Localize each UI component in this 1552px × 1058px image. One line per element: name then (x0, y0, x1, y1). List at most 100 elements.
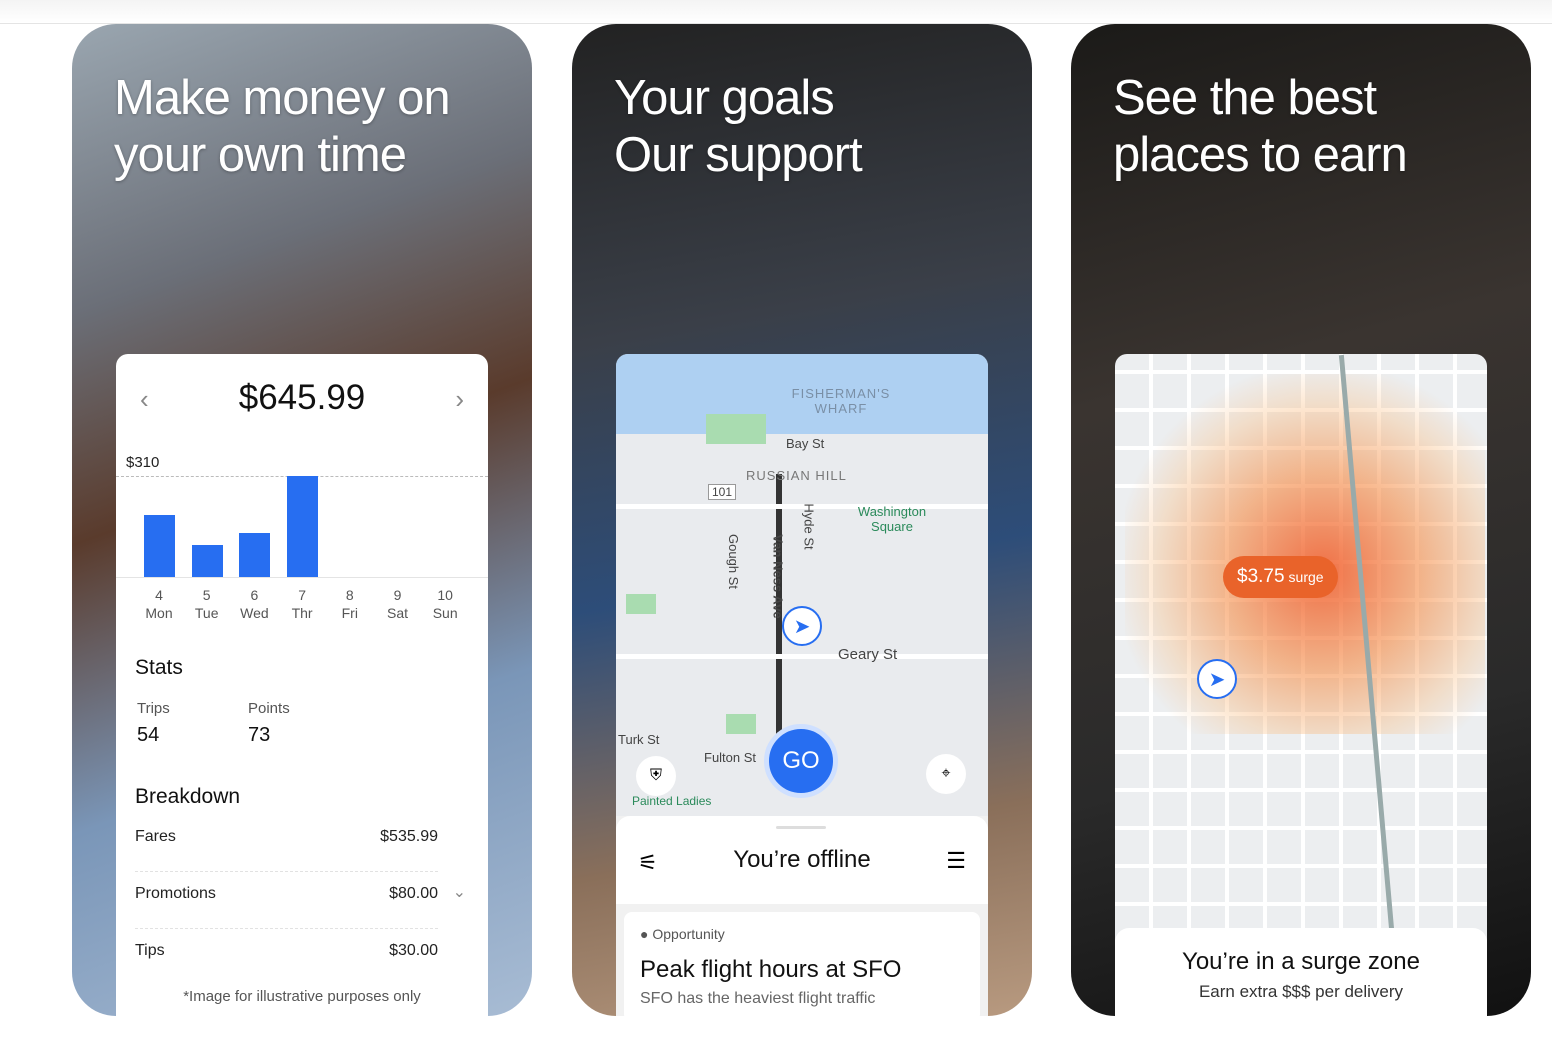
tick-date: 8 (345, 587, 354, 603)
headline-line: places to earn (1113, 128, 1408, 182)
earnings-card: ‹ $645.99 › $310 4 Mon 5 Tue 6 Wed 7 Thr 8 Fri 9 Sa… (116, 354, 488, 1016)
breakdown-title: Breakdown (135, 785, 241, 808)
chevron-right-icon[interactable]: › (455, 384, 464, 415)
opportunity-tag-text: Opportunity (652, 926, 725, 942)
stats-title: Stats (135, 656, 183, 679)
map-label: Van Ness Ave (770, 534, 786, 619)
map-label: Turk St (618, 732, 660, 747)
x-tick-label: 6 Wed (234, 586, 274, 622)
tick-day: Sun (432, 605, 458, 621)
navigation-arrow-icon: ➤ (782, 606, 822, 646)
offline-status: You’re offline (733, 846, 871, 873)
tick-date: 6 (250, 587, 259, 603)
row-value: $80.00 (389, 885, 438, 902)
surge-label: surge (1288, 569, 1324, 585)
points-value: 73 (248, 724, 271, 746)
x-tick-label: 8 Fri (330, 586, 370, 622)
opportunity-tag: ● Opportunity (640, 926, 725, 942)
map-label: FISHERMAN'S WHARF (791, 386, 891, 416)
map-label: Bay St (786, 436, 825, 451)
breakdown-row-tips: Tips $30.00 (135, 942, 438, 986)
row-value: $30.00 (389, 942, 438, 959)
city-map[interactable]: FISHERMAN'S WHARF Bay St RUSSIAN HILL Wa… (616, 354, 988, 1016)
headline: Your goals Our support (614, 70, 863, 184)
opportunity-text: SFO has the heaviest flight traffic (640, 990, 876, 1007)
trips-label: Trips (137, 700, 170, 717)
tick-day: Mon (145, 605, 173, 621)
shield-icon[interactable]: ⛨ (636, 756, 676, 796)
map-label: Fulton St (704, 750, 757, 765)
tick-date: 7 (298, 587, 306, 603)
screenshot-offline[interactable]: Your goals Our support FISHERMAN'S WHARF … (572, 24, 1032, 1016)
tick-day: Thr (291, 605, 313, 621)
navigation-arrow-icon: ➤ (1197, 659, 1237, 699)
headline-line: Our support (614, 128, 863, 182)
row-value: $535.99 (380, 828, 438, 845)
tick-day: Sat (386, 605, 408, 621)
park (626, 594, 656, 614)
disclaimer: *Image for illustrative purposes only (183, 988, 421, 1005)
breakdown-row-fares: Fares $535.99 (135, 828, 438, 872)
opportunity-card[interactable]: ● Opportunity Peak flight hours at SFO S… (624, 912, 980, 1016)
tick-date: 4 (155, 587, 163, 603)
x-tick-label: 9 Sat (378, 586, 418, 622)
row-label: Fares (135, 828, 176, 845)
tick-day: Tue (194, 605, 219, 621)
tick-day: Wed (240, 605, 269, 621)
bottom-sheet: ⚟ You’re offline ☰ ● Opportunity Peak fl… (616, 816, 988, 1016)
x-tick-label: 5 Tue (187, 586, 227, 622)
headline: Make money on your own time (114, 70, 451, 184)
headline-line: See the best (1113, 71, 1377, 125)
browser-top-bar (0, 0, 1552, 24)
park (706, 414, 766, 444)
surge-amount: $3.75 (1237, 566, 1285, 587)
street (616, 654, 988, 659)
headline-line: your own time (114, 128, 407, 182)
drag-handle[interactable] (776, 826, 826, 829)
chart-baseline (116, 577, 488, 578)
status-bar: ⚟ You’re offline ☰ (616, 816, 988, 904)
highway-shield: 101 (708, 484, 737, 500)
tick-day: Fri (341, 605, 358, 621)
screenshot-surge[interactable]: See the best places to earn $3.75 surge ➤ … (1071, 24, 1531, 1016)
map-label: Geary St (838, 646, 898, 663)
surge-title: You’re in a surge zone (1182, 948, 1420, 975)
row-label: Promotions (135, 885, 216, 902)
map-label: Gough St (725, 534, 741, 589)
tick-date: 5 (202, 587, 211, 603)
bar-thr[interactable] (287, 476, 319, 577)
tick-date: 9 (393, 587, 402, 603)
surge-map[interactable]: $3.75 surge ➤ You’re in a surge zone Earn… (1115, 354, 1487, 1016)
bar-tue[interactable] (191, 545, 223, 577)
x-tick-label: 7 Thr (282, 586, 322, 622)
map-label: RUSSIAN HILL (746, 468, 847, 483)
trips-value: 54 (137, 724, 160, 746)
breakdown-row-promotions[interactable]: Promotions $80.00 (135, 885, 438, 929)
earnings-total: $645.99 (238, 378, 366, 417)
location-pin-icon[interactable]: ⌖ (926, 754, 966, 794)
surge-badge[interactable]: $3.75 surge (1223, 556, 1338, 598)
opportunity-title: Peak flight hours at SFO (640, 956, 902, 983)
headline: See the best places to earn (1113, 70, 1408, 184)
screenshot-earnings[interactable]: Make money on your own time ‹ $645.99 › $… (72, 24, 532, 1016)
go-button[interactable]: GO (764, 724, 838, 798)
list-icon[interactable]: ☰ (946, 848, 966, 874)
reference-label: $310 (126, 454, 160, 471)
map-label: Hyde St (801, 503, 817, 550)
x-tick-label: 10 Sun (425, 586, 465, 622)
map-label: Washington Square (857, 504, 927, 534)
surge-subtitle: Earn extra $$$ per delivery (1198, 982, 1404, 1001)
chevron-down-icon[interactable]: ⌄ (453, 882, 466, 902)
tick-date: 10 (437, 587, 453, 603)
points-label: Points (248, 700, 290, 717)
headline-line: Make money on (114, 71, 451, 125)
park (726, 714, 756, 734)
surge-zone-sheet: You’re in a surge zone Earn extra $$$ pe… (1115, 928, 1487, 1016)
row-label: Tips (135, 942, 165, 959)
map-label: Painted Ladies (632, 794, 712, 808)
bar-mon[interactable] (144, 515, 175, 577)
headline-line: Your goals (614, 71, 835, 125)
bar-wed[interactable] (239, 533, 271, 577)
x-tick-label: 4 Mon (139, 586, 179, 622)
surge-heatmap (1125, 374, 1485, 734)
